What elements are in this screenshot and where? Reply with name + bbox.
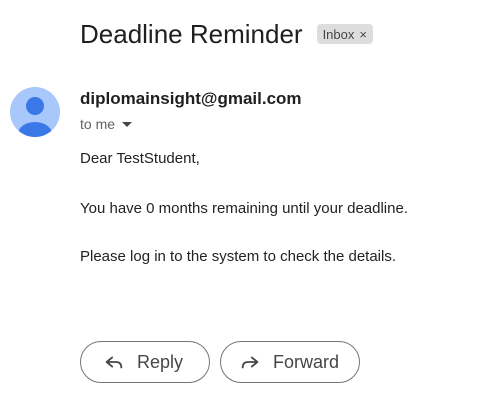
sender-email[interactable]: diplomainsight@gmail.com: [80, 89, 302, 109]
message-greeting: Dear TestStudent,: [80, 150, 200, 167]
forward-button[interactable]: Forward: [220, 341, 360, 383]
message-body-line: Please log in to the system to check the…: [80, 248, 397, 265]
forward-arrow-icon: [241, 356, 259, 369]
inbox-label-text: Inbox: [322, 26, 355, 42]
message-subject: Deadline Reminder: [80, 19, 303, 49]
recipient-details-toggle[interactable]: to me: [80, 116, 133, 132]
caret-down-icon: [122, 121, 133, 127]
subject-row: Deadline Reminder Inbox ×: [80, 17, 373, 51]
recipient-text: to me: [80, 116, 116, 132]
forward-button-label: Forward: [273, 351, 340, 372]
person-icon: [18, 97, 52, 137]
inbox-label-chip[interactable]: Inbox ×: [316, 24, 373, 44]
reply-button[interactable]: Reply: [80, 341, 210, 383]
sender-avatar[interactable]: [10, 87, 60, 137]
reply-arrow-icon: [105, 356, 123, 369]
message-body-line: You have 0 months remaining until your d…: [80, 200, 408, 217]
reply-button-label: Reply: [137, 351, 184, 372]
remove-label-icon[interactable]: ×: [359, 27, 367, 42]
